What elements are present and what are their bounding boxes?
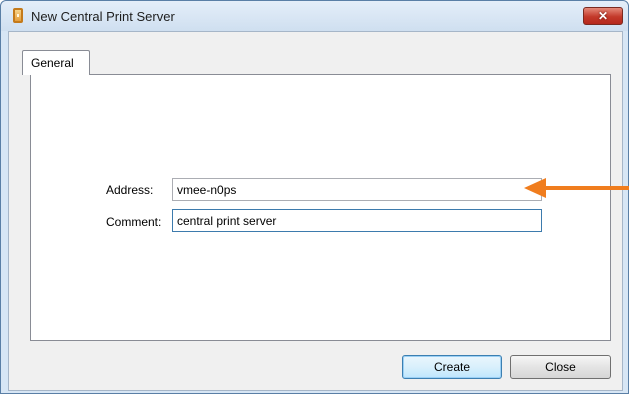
tab-general[interactable]: General xyxy=(22,50,90,75)
print-server-icon xyxy=(13,8,23,23)
close-icon: ✕ xyxy=(597,9,609,23)
comment-input[interactable] xyxy=(172,209,542,232)
window-close-button[interactable]: ✕ xyxy=(583,7,623,25)
window-title: New Central Print Server xyxy=(31,9,175,24)
comment-label: Comment: xyxy=(106,215,162,229)
create-button[interactable]: Create xyxy=(402,355,502,379)
arrow-head xyxy=(524,178,546,198)
close-button[interactable]: Close xyxy=(510,355,611,379)
address-label: Address: xyxy=(106,183,154,197)
arrow-left-icon xyxy=(524,178,629,198)
tab-general-label: General xyxy=(31,56,74,70)
general-tab-panel xyxy=(30,74,611,341)
title-bar[interactable]: New Central Print Server ✕ xyxy=(1,1,628,31)
address-input[interactable] xyxy=(172,178,542,201)
